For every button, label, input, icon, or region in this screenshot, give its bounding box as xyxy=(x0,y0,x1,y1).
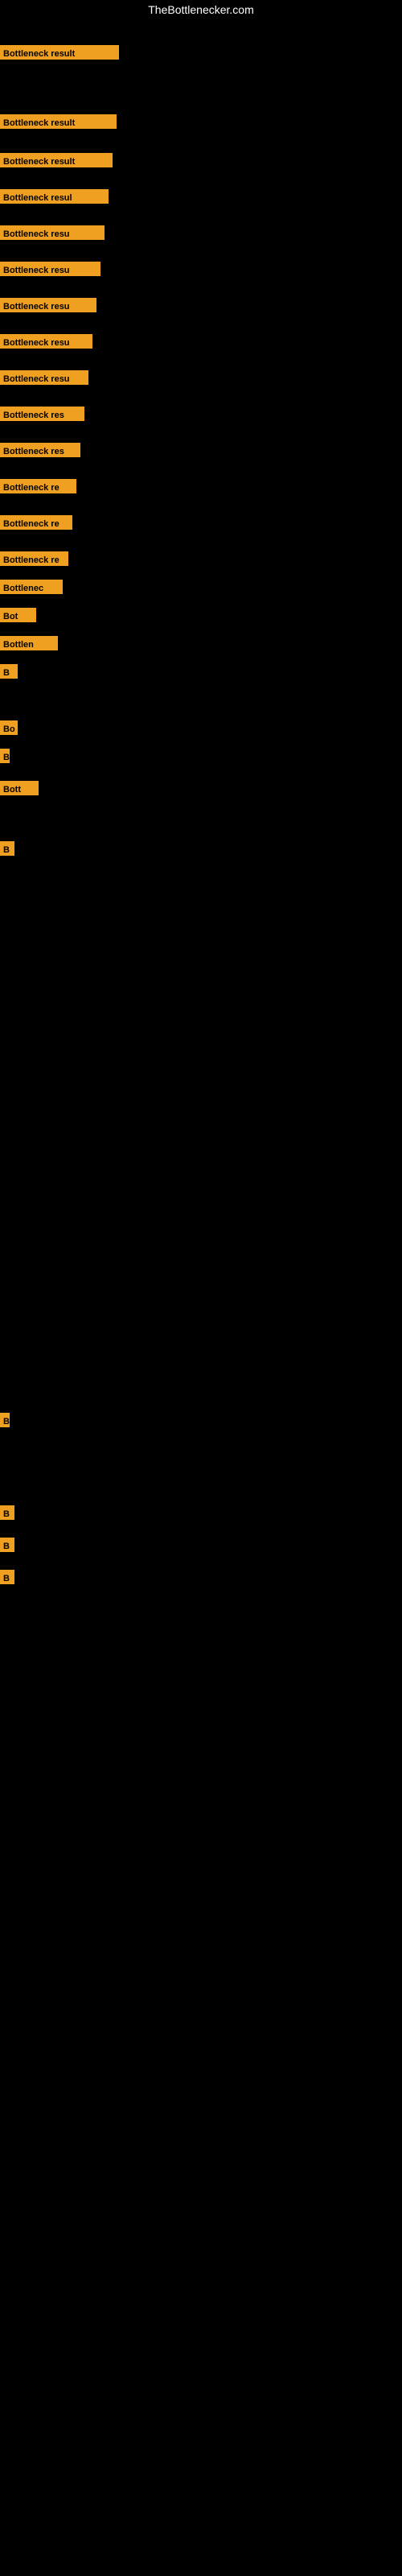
bar-row-9: Bottleneck resu xyxy=(0,370,88,385)
bar-label-26: B xyxy=(0,1570,14,1584)
bar-label-13: Bottleneck re xyxy=(0,515,72,530)
bar-label-10: Bottleneck res xyxy=(0,407,84,421)
bar-row-17: Bottlen xyxy=(0,636,58,650)
bar-row-15: Bottlenec xyxy=(0,580,63,594)
bar-row-2: Bottleneck result xyxy=(0,114,117,129)
bar-row-26: B xyxy=(0,1570,14,1584)
bar-label-23: B xyxy=(0,1413,10,1427)
bar-row-4: Bottleneck resul xyxy=(0,189,109,204)
bar-row-12: Bottleneck re xyxy=(0,479,76,493)
bar-label-25: B xyxy=(0,1538,14,1552)
bar-label-6: Bottleneck resu xyxy=(0,262,100,276)
bar-label-20: B xyxy=(0,749,10,763)
site-title: TheBottlenecker.com xyxy=(0,0,402,19)
bar-label-7: Bottleneck resu xyxy=(0,298,96,312)
bar-label-19: Bo xyxy=(0,720,18,735)
bar-row-13: Bottleneck re xyxy=(0,515,72,530)
bar-row-24: B xyxy=(0,1505,14,1520)
bar-label-17: Bottlen xyxy=(0,636,58,650)
bar-label-9: Bottleneck resu xyxy=(0,370,88,385)
bar-row-23: B xyxy=(0,1413,10,1427)
bar-row-5: Bottleneck resu xyxy=(0,225,105,240)
bar-label-14: Bottleneck re xyxy=(0,551,68,566)
bar-label-15: Bottlenec xyxy=(0,580,63,594)
bar-label-1: Bottleneck result xyxy=(0,45,119,60)
bar-label-16: Bot xyxy=(0,608,36,622)
bar-label-12: Bottleneck re xyxy=(0,479,76,493)
bar-label-2: Bottleneck result xyxy=(0,114,117,129)
bar-row-7: Bottleneck resu xyxy=(0,298,96,312)
bar-row-20: B xyxy=(0,749,10,763)
bar-label-24: B xyxy=(0,1505,14,1520)
bar-row-1: Bottleneck result xyxy=(0,45,119,60)
bar-row-8: Bottleneck resu xyxy=(0,334,92,349)
bar-row-25: B xyxy=(0,1538,14,1552)
bar-label-3: Bottleneck result xyxy=(0,153,113,167)
bar-label-5: Bottleneck resu xyxy=(0,225,105,240)
bar-row-22: B xyxy=(0,841,14,856)
bar-row-19: Bo xyxy=(0,720,18,735)
bar-row-11: Bottleneck res xyxy=(0,443,80,457)
bar-label-8: Bottleneck resu xyxy=(0,334,92,349)
bar-row-16: Bot xyxy=(0,608,36,622)
bar-row-21: Bott xyxy=(0,781,39,795)
bar-label-22: B xyxy=(0,841,14,856)
bar-label-4: Bottleneck resul xyxy=(0,189,109,204)
bar-row-18: B xyxy=(0,664,18,679)
bar-row-6: Bottleneck resu xyxy=(0,262,100,276)
bar-label-11: Bottleneck res xyxy=(0,443,80,457)
bar-row-3: Bottleneck result xyxy=(0,153,113,167)
bar-label-21: Bott xyxy=(0,781,39,795)
bar-row-14: Bottleneck re xyxy=(0,551,68,566)
bar-label-18: B xyxy=(0,664,18,679)
bar-row-10: Bottleneck res xyxy=(0,407,84,421)
